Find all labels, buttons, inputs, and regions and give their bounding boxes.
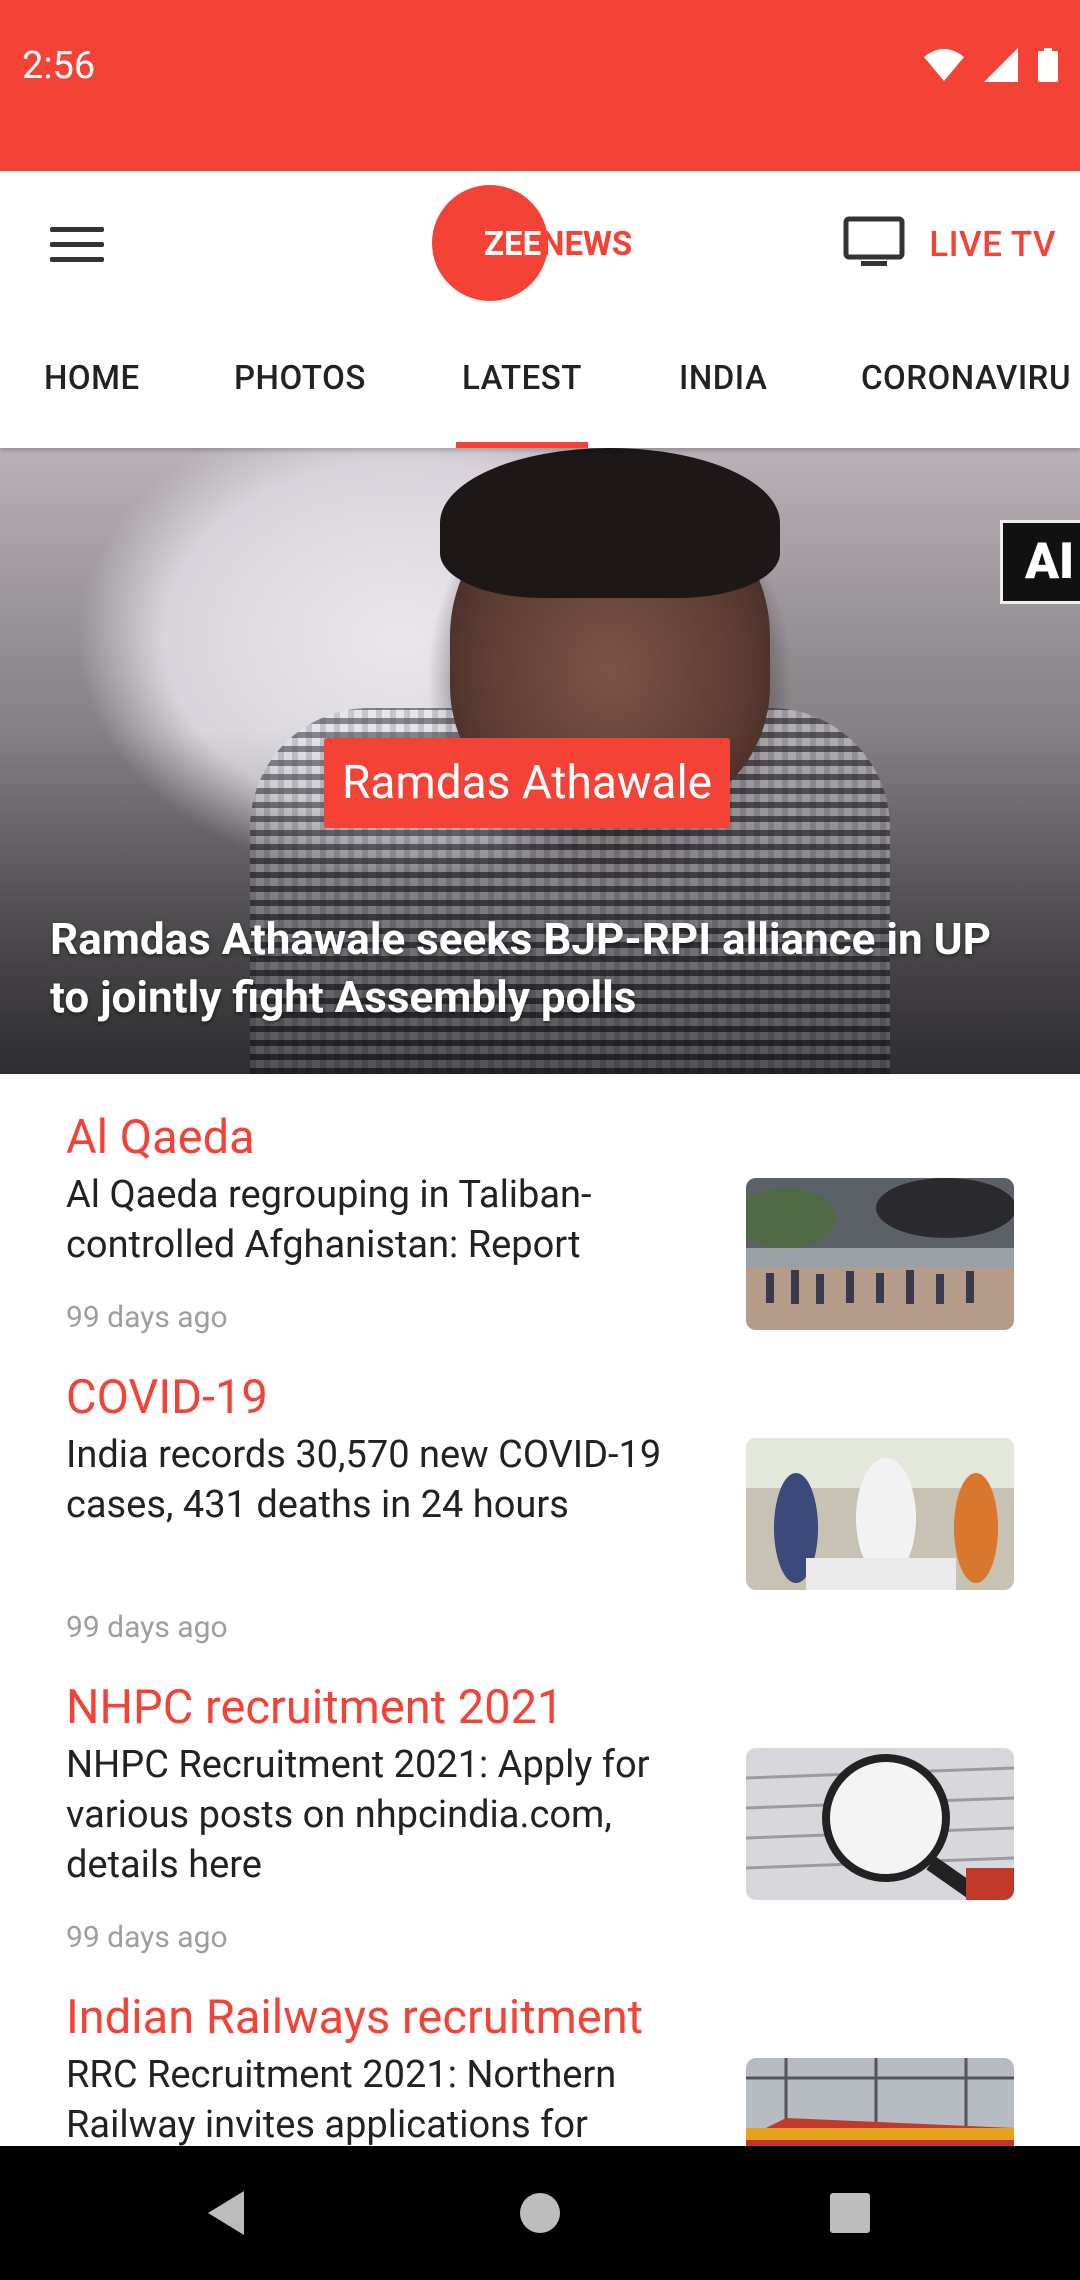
logo-text: ZEENEWS (484, 225, 632, 264)
logo-zee: ZEE (484, 224, 542, 264)
news-category: COVID-19 (66, 1370, 268, 1425)
news-category: NHPC recruitment 2021 (66, 1680, 564, 1735)
tv-icon (843, 216, 905, 272)
category-tabs: HOME PHOTOS LATEST INDIA CORONAVIRU (0, 316, 1080, 448)
news-thumbnail (746, 2058, 1014, 2146)
news-headline: Al Qaeda regrouping in Taliban-controlle… (66, 1173, 592, 1267)
status-bar: 2:56 (0, 0, 1080, 171)
news-headline: NHPC Recruitment 2021: Apply for various… (66, 1743, 650, 1887)
news-headline: India records 30,570 new COVID-19 cases,… (66, 1433, 662, 1527)
app-bar: ZEENEWS LIVE TV (0, 171, 1080, 316)
zee-news-logo[interactable]: ZEENEWS (432, 185, 632, 303)
status-time: 2:56 (22, 44, 96, 88)
hero-title: Ramdas Athawale seeks BJP-RPI alliance i… (50, 913, 991, 1023)
live-tv-button[interactable]: LIVE TV (843, 216, 1056, 272)
news-list: Al Qaeda Al Qaeda regrouping in Taliban-… (0, 1074, 1080, 2146)
logo-news: NEWS (541, 224, 633, 264)
news-thumbnail (746, 1748, 1014, 1900)
news-category: Indian Railways recruitment (66, 1990, 644, 2045)
home-icon[interactable] (480, 2146, 600, 2280)
news-time: 99 days ago (66, 1300, 228, 1335)
news-headline: RRC Recruitment 2021: Northern Railway i… (66, 2053, 617, 2146)
live-tv-label: LIVE TV (929, 223, 1056, 265)
news-thumbnail (746, 1178, 1014, 1330)
hero-tag: Ramdas Athawale (324, 738, 731, 828)
wifi-icon (924, 49, 964, 85)
tab-latest[interactable]: LATEST (456, 316, 588, 448)
tab-india[interactable]: INDIA (679, 316, 767, 448)
news-thumbnail (746, 1438, 1014, 1590)
battery-icon (1038, 48, 1058, 86)
hero-story[interactable]: AI Ramdas Athawale Ramdas Athawale seeks… (0, 448, 1080, 1074)
tab-home[interactable]: HOME (44, 316, 140, 448)
recents-icon[interactable] (790, 2146, 910, 2280)
signal-icon (984, 48, 1018, 86)
tab-photos[interactable]: PHOTOS (234, 316, 366, 448)
news-category: Al Qaeda (66, 1110, 255, 1165)
tab-coronavirus[interactable]: CORONAVIRU (861, 316, 1071, 448)
news-time: 99 days ago (66, 1920, 228, 1955)
news-time: 99 days ago (66, 1610, 228, 1645)
back-icon[interactable] (166, 2146, 286, 2280)
system-nav-bar (0, 2146, 1080, 2280)
status-icons (924, 48, 1058, 86)
hamburger-menu-icon[interactable] (44, 211, 110, 277)
